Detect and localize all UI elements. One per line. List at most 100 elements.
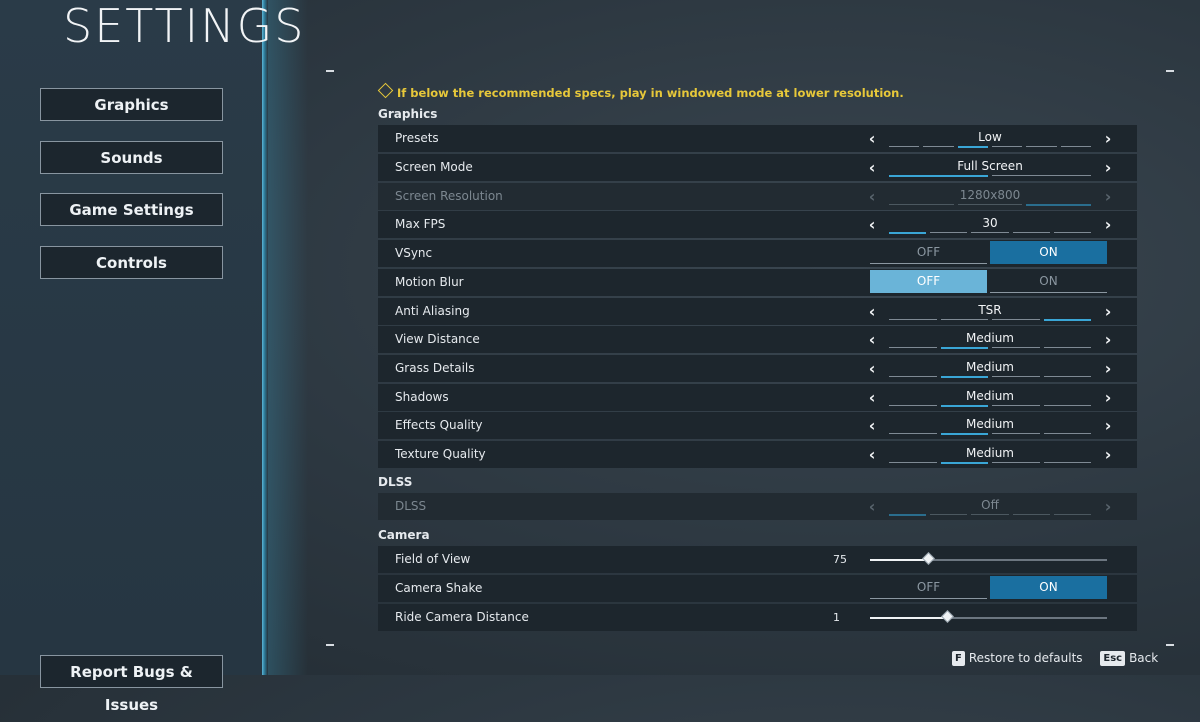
option-segment: [1060, 146, 1091, 147]
back-label: Back: [1129, 651, 1159, 665]
option-indicator: [889, 175, 1091, 177]
option-segment: [992, 433, 1040, 434]
chevron-right-icon: ›: [1104, 497, 1112, 516]
restore-defaults-button[interactable]: F Restore to defaults: [952, 651, 1083, 666]
option-segment: [940, 319, 988, 320]
setting-label: Presets: [395, 131, 439, 145]
slider-handle[interactable]: [922, 552, 936, 565]
chevron-right-icon[interactable]: ›: [1100, 154, 1116, 181]
option-segment: [889, 146, 920, 147]
toggle-on-button[interactable]: ON: [990, 241, 1107, 264]
chevron-left-icon[interactable]: ‹: [864, 298, 880, 325]
chevron-left-icon[interactable]: ‹: [864, 441, 880, 468]
option-segment: [1043, 319, 1091, 321]
option-segment: [1043, 433, 1091, 434]
chevron-right-icon: ›: [1104, 187, 1112, 206]
esc-key-icon: Esc: [1100, 651, 1126, 666]
chevron-right-icon[interactable]: ›: [1100, 355, 1116, 382]
setting-row-screen-resolution: Screen Resolution ‹ › 1280x800: [378, 183, 1137, 210]
setting-label: View Distance: [395, 332, 480, 346]
nav-controls-button[interactable]: Controls: [40, 246, 223, 279]
setting-row-field-of-view: Field of View 75: [378, 546, 1137, 573]
setting-label: Motion Blur: [395, 275, 464, 289]
option-segment: [991, 146, 1023, 147]
option-segment: [889, 175, 988, 177]
chevron-left-icon[interactable]: ‹: [864, 211, 880, 238]
option-indicator: [889, 347, 1091, 349]
chevron-left-icon[interactable]: ‹: [864, 125, 880, 152]
option-indicator: [889, 514, 1092, 516]
slider-handle[interactable]: [941, 610, 955, 623]
setting-label: Effects Quality: [395, 418, 483, 432]
slider-track[interactable]: [870, 552, 1107, 565]
nav-game-settings-button[interactable]: Game Settings: [40, 193, 223, 226]
slider-fill: [870, 559, 930, 561]
chevron-right-icon[interactable]: ›: [1100, 412, 1116, 439]
option-indicator: [889, 405, 1091, 407]
option-segment: [940, 405, 988, 407]
setting-row-view-distance: View Distance ‹ › Medium: [378, 326, 1137, 353]
chevron-left-icon[interactable]: ‹: [864, 384, 880, 411]
chevron-right-icon[interactable]: ›: [1100, 125, 1116, 152]
option-indicator: [889, 146, 1091, 148]
nav-report-bugs-button[interactable]: Report Bugs & Issues: [40, 655, 223, 714]
slider-value: 1: [833, 611, 840, 624]
setting-row-camera-shake: Camera Shake OFF ON: [378, 575, 1137, 602]
slider-fill: [870, 617, 949, 619]
corner-mark: [1166, 70, 1174, 72]
option-segment: [889, 433, 937, 434]
section-title-graphics: Graphics: [378, 107, 438, 121]
chevron-left-icon[interactable]: ‹: [864, 326, 880, 353]
option-indicator: [889, 204, 1092, 206]
option-segment: [957, 146, 988, 148]
toggle-on-button[interactable]: ON: [990, 270, 1107, 293]
chevron-right-icon[interactable]: ›: [1100, 326, 1116, 353]
option-segment: [930, 514, 968, 515]
option-segment: [889, 514, 927, 516]
option-segment: [889, 232, 927, 234]
nav-sounds-button[interactable]: Sounds: [40, 141, 223, 174]
setting-label: Shadows: [395, 390, 449, 404]
chevron-right-icon[interactable]: ›: [1100, 441, 1116, 468]
slider-track[interactable]: [870, 610, 1107, 623]
setting-label: Screen Resolution: [395, 189, 503, 203]
chevron-left-icon[interactable]: ‹: [864, 355, 880, 382]
chevron-left-icon: ‹: [868, 187, 876, 206]
chevron-right-icon[interactable]: ›: [1100, 384, 1116, 411]
chevron-left-icon[interactable]: ‹: [864, 154, 880, 181]
option-segment: [1053, 514, 1092, 515]
toggle-off-button[interactable]: OFF: [870, 270, 987, 293]
option-segment: [992, 347, 1040, 348]
toggle-off-button[interactable]: OFF: [870, 241, 987, 264]
chevron-left-icon[interactable]: ‹: [864, 412, 880, 439]
setting-row-shadows: Shadows ‹ › Medium: [378, 384, 1137, 411]
option-indicator: [889, 433, 1091, 435]
warning-icon: [377, 82, 394, 99]
f-key-icon: F: [952, 651, 965, 666]
setting-row-motion-blur: Motion Blur OFF ON: [378, 269, 1137, 296]
warning-message: If below the recommended specs, play in …: [377, 82, 904, 100]
option-segment: [889, 347, 937, 348]
setting-label: Anti Aliasing: [395, 304, 470, 318]
setting-row-screen-mode: Screen Mode ‹ › Full Screen: [378, 154, 1137, 181]
corner-mark: [326, 70, 334, 72]
toggle-off-button[interactable]: OFF: [870, 576, 987, 599]
chevron-right-icon[interactable]: ›: [1100, 298, 1116, 325]
footer: F Restore to defaults Esc Back: [952, 651, 1172, 666]
chevron-right-icon[interactable]: ›: [1100, 211, 1116, 238]
chevron-left-icon: ‹: [868, 497, 876, 516]
nav-graphics-button[interactable]: Graphics: [40, 88, 223, 121]
option-segment: [889, 405, 937, 406]
setting-label: Screen Mode: [395, 160, 473, 174]
option-segment: [940, 376, 988, 378]
setting-label: Ride Camera Distance: [395, 610, 529, 624]
option-segment: [1026, 146, 1057, 147]
option-segment: [1043, 347, 1091, 348]
toggle-on-button[interactable]: ON: [990, 576, 1107, 599]
back-button[interactable]: Esc Back: [1100, 651, 1158, 666]
option-segment: [889, 462, 937, 463]
option-segment: [889, 204, 954, 205]
option-indicator: [889, 232, 1092, 234]
setting-label: Field of View: [395, 552, 471, 566]
option-segment: [1026, 204, 1092, 206]
